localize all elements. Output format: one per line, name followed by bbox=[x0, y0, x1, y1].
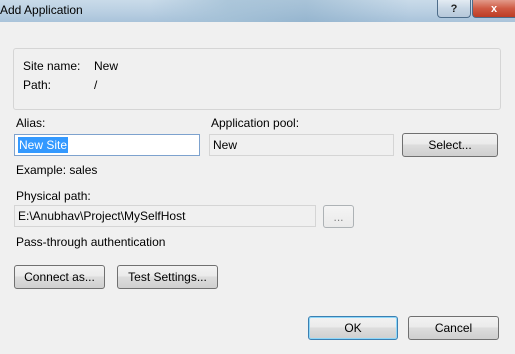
physical-path-label: Physical path: bbox=[16, 189, 91, 203]
app-pool-field: New bbox=[209, 134, 394, 156]
physical-path-input[interactable]: E:\Anubhav\Project\MySelfHost bbox=[14, 205, 316, 227]
close-icon: x bbox=[490, 2, 498, 15]
pass-through-auth-text: Pass-through authentication bbox=[16, 235, 166, 249]
test-settings-button[interactable]: Test Settings... bbox=[117, 265, 218, 289]
browse-ellipsis-icon: ... bbox=[333, 209, 344, 224]
cancel-button[interactable]: Cancel bbox=[408, 316, 499, 340]
select-button-label: Select... bbox=[428, 138, 472, 152]
site-info-box: Site name: New Path: / bbox=[13, 48, 501, 110]
alias-input-value: New Site bbox=[18, 137, 69, 153]
select-app-pool-button[interactable]: Select... bbox=[402, 133, 498, 157]
alias-label: Alias: bbox=[16, 116, 46, 130]
browse-path-button[interactable]: ... bbox=[323, 205, 354, 228]
ok-label: OK bbox=[344, 321, 362, 335]
help-button[interactable]: ? bbox=[437, 0, 471, 18]
help-icon: ? bbox=[450, 2, 458, 15]
title-bar[interactable]: Add Application ? x bbox=[0, 0, 515, 22]
test-settings-label: Test Settings... bbox=[128, 270, 207, 284]
app-pool-value: New bbox=[213, 138, 238, 152]
connect-as-button[interactable]: Connect as... bbox=[14, 265, 105, 289]
cancel-label: Cancel bbox=[434, 321, 473, 335]
window-title: Add Application bbox=[0, 3, 83, 17]
alias-example-text: Example: sales bbox=[16, 163, 98, 177]
path-value: / bbox=[94, 78, 98, 92]
path-label: Path: bbox=[23, 78, 52, 92]
ok-button[interactable]: OK bbox=[308, 316, 398, 340]
app-pool-label: Application pool: bbox=[211, 116, 300, 130]
dialog-body: Site name: New Path: / Alias: New Site E… bbox=[0, 22, 515, 354]
title-bar-background bbox=[150, 0, 410, 22]
alias-input[interactable]: New Site bbox=[14, 134, 200, 156]
site-name-label: Site name: bbox=[23, 59, 81, 73]
close-button[interactable]: x bbox=[472, 0, 515, 18]
connect-as-label: Connect as... bbox=[24, 270, 95, 284]
physical-path-value: E:\Anubhav\Project\MySelfHost bbox=[18, 209, 186, 223]
site-name-value: New bbox=[94, 59, 119, 73]
